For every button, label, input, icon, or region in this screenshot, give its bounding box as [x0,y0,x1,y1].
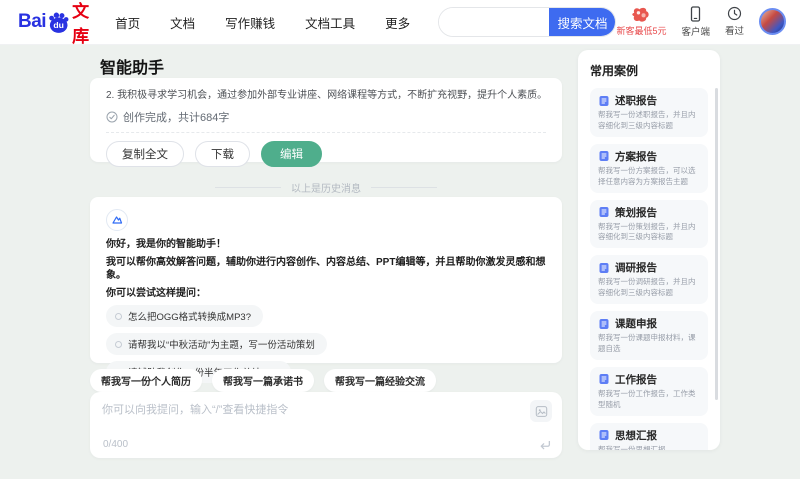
sidebar-scrollbar[interactable] [715,88,718,400]
quick-prompt-commitment[interactable]: 帮我写一篇承诺书 [212,369,314,392]
check-circle-icon [106,111,118,123]
client-app-entry[interactable]: 客户端 [681,6,710,38]
logo-text-bai: Bai [18,11,47,32]
creation-status-text: 创作完成，共计684字 [123,112,230,124]
case-desc: 帮我写一份调研报告，并且内容细化到三级内容标题 [598,277,696,298]
char-counter: 0/400 [103,439,129,450]
quick-prompt-row: 帮我写一份个人简历 帮我写一篇承诺书 帮我写一篇经验交流 [90,369,436,392]
divider-line [371,187,437,188]
generated-text-tail: 2. 我积极寻求学习机会，通过参加外部专业讲座、网络课程等方式，不断扩充视野，提… [106,90,546,101]
new-customer-promo[interactable]: 新客最低5元 [616,6,666,37]
divider-line [215,187,281,188]
assistant-logo-icon [111,214,123,226]
case-title: 调研报告 [615,262,657,275]
case-item-work-report[interactable]: 工作报告 帮我写一份工作报告，工作类型随机 [590,366,708,416]
welcome-intro: 我可以帮你高效解答问题，辅助你进行内容创作、内容总结、PPT编辑等，并且帮助你激… [106,257,546,281]
case-title: 思想汇报 [615,429,657,442]
ring-bullet-icon [115,340,122,348]
download-button[interactable]: 下载 [195,141,250,167]
case-item-duty-report[interactable]: 述职报告 帮我写一份述职报告，并且内容细化到三级内容标题 [590,88,708,137]
search-docs-button[interactable]: 搜索文档 [549,8,616,36]
viewed-label: 看过 [724,26,744,37]
suggestion-label: 怎么把OGG格式转换成MP3? [128,312,251,323]
history-divider-text: 以上是历史消息 [291,184,361,195]
doc-icon [598,373,610,385]
common-cases-sidebar: 常用案例 述职报告 帮我写一份述职报告，并且内容细化到三级内容标题 方案报告 帮… [578,50,720,450]
case-item-project-application[interactable]: 课题申报 帮我写一份课题申报材料，课题自选 [590,311,708,360]
history-divider: 以上是历史消息 [90,180,562,195]
case-desc: 帮我写一份课题申报材料，课题自选 [598,333,696,353]
send-enter-icon[interactable] [538,439,551,451]
case-item-thought-report[interactable]: 思想汇报 帮我写一份思想汇报 [590,422,708,451]
creation-status-row: 创作完成，共计684字 [106,109,546,125]
case-desc: 帮我写一份方案报告，可以选择任意内容为方案报告主题 [598,165,696,186]
assistant-avatar [106,209,128,231]
top-navbar: Bai du 文库 首页 文档 写作赚钱 文档工具 更多 搜索文档 新客最低5元… [0,0,800,47]
svg-text:du: du [54,20,65,30]
nav-item-more[interactable]: 更多 [385,13,410,32]
case-item-research-report[interactable]: 调研报告 帮我写一份调研报告，并且内容细化到三级内容标题 [590,255,708,304]
logo-text-wenku: 文库 [72,2,90,46]
nav-item-docs[interactable]: 文档 [170,13,195,32]
history-actions: 复制全文 下载 编辑 [106,141,546,167]
promo-gift-icon [630,6,652,23]
image-icon [535,405,548,418]
welcome-greeting: 你好，我是你的智能助手！ [106,239,226,250]
baidu-wenku-logo[interactable]: Bai du 文库 [18,0,89,47]
sidebar-title: 常用案例 [590,64,639,78]
ring-bullet-icon [115,312,122,320]
case-item-planning-report[interactable]: 策划报告 帮我写一份策划报告，并且内容细化到三级内容标题 [590,199,708,249]
insert-image-button[interactable] [530,400,552,422]
header-tools: 新客最低5元 客户端 看过 [616,6,786,38]
doc-icon [598,150,610,162]
mobile-phone-icon [689,6,702,22]
baidu-wenku-assistant-page: Bai du 文库 首页 文档 写作赚钱 文档工具 更多 搜索文档 新客最低5元… [0,0,800,479]
case-item-plan-report[interactable]: 方案报告 帮我写一份方案报告，可以选择任意内容为方案报告主题 [590,143,708,193]
case-title: 述职报告 [615,95,657,107]
edit-button[interactable]: 编辑 [261,141,322,167]
copy-full-text-button[interactable]: 复制全文 [106,141,184,167]
chat-input[interactable] [102,401,516,433]
doc-icon [598,318,610,330]
suggestion-label: 请帮我以“中秋活动”为主题，写一份活动策划 [128,340,315,351]
nav-item-earn[interactable]: 写作赚钱 [225,13,275,32]
history-message-card: 2. 我积极寻求学习机会，通过参加外部专业讲座、网络课程等方式，不断扩充视野，提… [90,78,562,167]
search-bar: 搜索文档 [438,7,617,37]
doc-icon [598,262,610,274]
case-desc: 帮我写一份策划报告，并且内容细化到三级内容标题 [598,221,696,242]
case-title: 课题申报 [615,318,657,330]
assistant-welcome-card: 你好，我是你的智能助手！ 我可以帮你高效解答问题，辅助你进行内容创作、内容总结、… [90,197,562,383]
search-input[interactable] [439,8,550,36]
case-title: 工作报告 [615,373,657,386]
suggestion-midautumn-plan[interactable]: 请帮我以“中秋活动”为主题，写一份活动策划 [106,333,327,355]
client-label: 客户端 [681,27,710,38]
dashed-divider [106,132,546,133]
quick-prompt-resume[interactable]: 帮我写一份个人简历 [90,369,202,392]
main-nav: 首页 文档 写作赚钱 文档工具 更多 [115,13,410,32]
user-avatar[interactable] [759,8,786,35]
case-title: 方案报告 [615,150,657,163]
page-title: 智能助手 [100,60,165,77]
baidu-paw-icon: du [47,11,70,34]
nav-item-tools[interactable]: 文档工具 [305,13,355,32]
nav-item-home[interactable]: 首页 [115,13,140,32]
clock-icon [727,6,742,21]
suggestion-ogg-to-mp3[interactable]: 怎么把OGG格式转换成MP3? [106,305,263,327]
promo-label: 新客最低5元 [616,26,667,36]
quick-prompt-experience[interactable]: 帮我写一篇经验交流 [324,369,436,392]
case-title: 策划报告 [615,206,657,219]
viewed-history-entry[interactable]: 看过 [725,6,744,37]
doc-icon [598,95,610,107]
chat-input-card: 0/400 [90,392,562,458]
doc-icon [598,206,610,218]
case-desc: 帮我写一份工作报告，工作类型随机 [598,388,696,409]
case-desc: 帮我写一份述职报告，并且内容细化到三级内容标题 [598,110,696,130]
case-desc: 帮我写一份思想汇报 [598,444,666,451]
doc-icon [598,429,610,441]
welcome-try-label: 你可以尝试这样提问： [106,288,206,299]
